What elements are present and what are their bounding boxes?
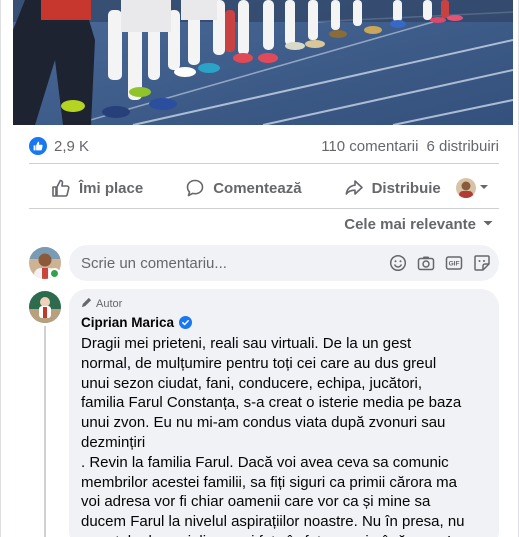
share-icon xyxy=(344,178,364,198)
like-button[interactable]: Îmi place xyxy=(37,170,157,206)
comment-bubble: Autor Ciprian Marica Dragii mei prieteni… xyxy=(69,289,499,537)
avatar xyxy=(456,178,476,198)
chevron-down-icon xyxy=(479,179,489,197)
online-status-dot xyxy=(49,268,60,279)
chevron-down-icon xyxy=(482,216,494,233)
gif-icon[interactable]: GIF xyxy=(445,254,463,272)
comment-text: Dragii mei prieteni, reali sau virtuali.… xyxy=(81,335,465,537)
share-button[interactable]: Distribuie xyxy=(330,170,455,206)
thread-line xyxy=(44,326,46,537)
comment-input-box[interactable]: GIF xyxy=(69,245,499,281)
camera-icon[interactable] xyxy=(417,254,435,272)
pencil-icon xyxy=(81,297,92,311)
comment-author-name[interactable]: Ciprian Marica xyxy=(81,315,174,330)
verified-icon xyxy=(179,316,193,329)
reaction-count[interactable]: 2,9 K xyxy=(54,138,89,155)
sort-dropdown[interactable]: Cele mai relevante xyxy=(344,216,494,233)
sticker-icon[interactable] xyxy=(473,254,491,272)
profile-switcher[interactable] xyxy=(456,178,489,198)
share-button-label: Distribuie xyxy=(371,179,441,197)
like-icon[interactable] xyxy=(29,137,47,155)
comment-button[interactable]: Comentează xyxy=(171,170,315,206)
share-count[interactable]: 6 distribuiri xyxy=(426,138,499,155)
emoji-icon[interactable] xyxy=(389,254,407,272)
post-photo[interactable] xyxy=(13,0,513,125)
comment-input[interactable] xyxy=(81,254,389,272)
svg-text:GIF: GIF xyxy=(449,261,460,268)
author-badge: Autor xyxy=(81,297,487,311)
divider xyxy=(29,163,499,164)
thumbs-up-icon xyxy=(51,178,71,198)
action-bar: Îmi place Comentează Distribuie xyxy=(29,170,499,206)
comment-icon xyxy=(185,178,205,198)
like-button-label: Îmi place xyxy=(79,179,144,197)
comment-button-label: Comentează xyxy=(213,179,302,197)
comment-count[interactable]: 110 comentarii xyxy=(321,138,418,155)
post-container: 2,9 K 110 comentarii 6 distribuiri Îmi p… xyxy=(0,0,519,537)
reactions-summary: 2,9 K 110 comentarii 6 distribuiri xyxy=(29,134,499,158)
comment-composer: GIF xyxy=(29,245,499,281)
comment-author[interactable]: Ciprian Marica xyxy=(81,315,487,330)
author-badge-label: Autor xyxy=(96,298,123,310)
sort-label: Cele mai relevante xyxy=(344,216,476,233)
divider xyxy=(29,208,499,209)
avatar[interactable] xyxy=(29,291,61,323)
